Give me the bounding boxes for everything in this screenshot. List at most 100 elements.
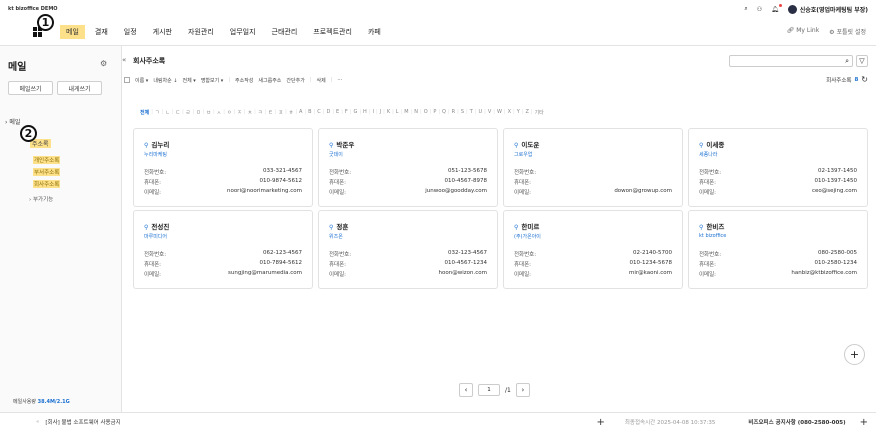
select-all-checkbox[interactable] (124, 77, 130, 83)
contact-email[interactable]: ceo@sejing.com (812, 188, 857, 196)
alpha-filter-item[interactable]: ㅎ (289, 109, 294, 116)
alpha-filter-item[interactable]: A (299, 109, 302, 116)
alpha-filter-item[interactable]: Q (442, 109, 446, 116)
compose-button[interactable]: 메일쓰기 (8, 81, 53, 95)
plus-icon[interactable]: + (596, 417, 604, 428)
alpha-filter-item[interactable]: H (363, 109, 367, 116)
add-address-button[interactable]: 주소작성 (235, 77, 253, 84)
alpha-filter-item[interactable]: ㅇ (227, 109, 232, 116)
filter-icon[interactable]: ▽ (856, 55, 868, 67)
more-button[interactable]: ··· (337, 77, 342, 83)
alpha-filter-item[interactable]: 전체 (140, 109, 149, 116)
alpha-filter-item[interactable]: ㄷ (175, 109, 180, 116)
sidebar-item-personal-address[interactable]: 개인주소록 (33, 156, 61, 164)
alpha-filter-item[interactable]: T (470, 109, 473, 116)
alpha-filter-item[interactable]: P (433, 109, 436, 116)
sidebar-item-company-address[interactable]: 회사주소록 (33, 180, 61, 188)
sidebar-item-extra[interactable]: › 부가기능 (29, 195, 53, 203)
alpha-filter-item[interactable]: K (387, 109, 390, 116)
nav-approval[interactable]: 결재 (95, 27, 108, 37)
alpha-filter-item[interactable]: ㄱ (155, 109, 160, 116)
portlet-settings[interactable]: ⚙ 포틀릿 설정 (829, 27, 866, 36)
alpha-filter-item[interactable]: Y (517, 109, 520, 116)
alpha-filter-item[interactable]: ㅈ (237, 109, 242, 116)
contact-card[interactable]: ⚲ 전성진 마루미디어 전화번호: 062-123-4567 휴대폰: 010-7894-5… (133, 210, 313, 289)
alpha-filter-item[interactable]: J (380, 109, 381, 116)
contact-name[interactable]: ⚲ 이세종 (699, 139, 724, 149)
prev-page-button[interactable]: ‹ (459, 383, 473, 397)
gear-icon[interactable]: ⚙ (100, 59, 107, 68)
nav-cafe[interactable]: 카페 (368, 27, 381, 37)
alpha-filter-item[interactable]: X (508, 109, 511, 116)
quick-add-button[interactable]: 간단추가 (286, 77, 304, 84)
contact-email[interactable]: sungjing@marumedia.com (228, 270, 302, 278)
alpha-filter-item[interactable]: E (336, 109, 339, 116)
contact-email[interactable]: hanbiz@ktbizoffice.com (791, 270, 857, 278)
alpha-filter-item[interactable]: ㄴ (165, 109, 170, 116)
contact-email[interactable]: junwoo@goodday.com (425, 188, 487, 196)
page-input[interactable]: 1 (478, 384, 500, 396)
sidebar-item-mail[interactable]: › 메일 (5, 117, 20, 126)
contact-name[interactable]: ⚲ 박준우 (329, 139, 354, 149)
contact-email[interactable]: hoon@wizon.com (439, 270, 487, 278)
scope-dropdown[interactable]: 전체 ▾ (183, 77, 196, 84)
contact-name[interactable]: ⚲ 한비즈 (699, 221, 724, 231)
add-fab-button[interactable]: + (844, 344, 865, 365)
contact-card[interactable]: ⚲ 한비즈 kt bizoffice 전화번호: 080-2580-005 휴대폰: 010… (688, 210, 868, 289)
people-icon[interactable]: ⚇ (757, 6, 762, 13)
delete-button[interactable]: 삭제 (317, 77, 326, 84)
refresh-icon[interactable]: ↻ (861, 75, 868, 84)
next-page-button[interactable]: › (515, 383, 530, 397)
contact-card[interactable]: ⚲ 한미르 (주)가온아이 전화번호: 02-2140-5700 휴대폰: 010-1234… (503, 210, 683, 289)
alpha-filter-item[interactable]: ㅌ (268, 109, 273, 116)
search-icon[interactable]: ⌕ (744, 5, 747, 13)
alpha-filter-item[interactable]: L (396, 109, 399, 116)
alpha-filter-item[interactable]: ㅋ (258, 109, 263, 116)
contact-name[interactable]: ⚲ 정훈 (329, 221, 348, 231)
contact-card[interactable]: ⚲ 이도운 그로우업 전화번호: 휴대폰: 이메일: dowon@growup.com (503, 128, 683, 207)
alpha-filter-item[interactable]: R (452, 109, 455, 116)
bell-icon[interactable]: 🔔︎ (771, 3, 782, 13)
alpha-filter-item[interactable]: O (424, 109, 428, 116)
alpha-filter-item[interactable]: U (478, 109, 482, 116)
alpha-filter-item[interactable]: G (353, 109, 357, 116)
alpha-filter-item[interactable]: S (461, 109, 464, 116)
contact-card[interactable]: ⚲ 박준우 굿데이 전화번호: 051-123-5678 휴대폰: 010-4567-897… (318, 128, 498, 207)
contact-email[interactable]: dowon@growup.com (614, 188, 672, 196)
contact-name[interactable]: ⚲ 한미르 (514, 221, 539, 231)
search-input[interactable]: ⌕ (729, 55, 853, 67)
nav-worklog[interactable]: 업무일지 (230, 27, 256, 37)
nav-attendance[interactable]: 근태관리 (272, 27, 298, 37)
contact-card[interactable]: ⚲ 이세종 세종나라 전화번호: 02-1397-1450 휴대폰: 010-1397-14… (688, 128, 868, 207)
contact-email[interactable]: mir@kaoni.com (629, 270, 672, 278)
my-link[interactable]: 🔗︎ My Link (787, 27, 819, 36)
contact-name[interactable]: ⚲ 이도운 (514, 139, 539, 149)
alpha-filter-item[interactable]: ㅂ (206, 109, 211, 116)
alpha-filter-item[interactable]: ㅊ (248, 109, 253, 116)
alpha-filter-item[interactable]: I (372, 109, 373, 116)
alpha-filter-item[interactable]: 기타 (535, 109, 544, 116)
nav-schedule[interactable]: 일정 (124, 27, 137, 37)
sidebar-item-dept-address[interactable]: 부서주소록 (33, 168, 61, 176)
new-group-button[interactable]: 새그룹주소 (258, 77, 281, 84)
kt-logo[interactable]: kt bizoffice DEMO (8, 6, 58, 12)
contact-name[interactable]: ⚲ 김누리 (144, 139, 169, 149)
sort-order-dropdown[interactable]: 내림차순 ↓ (153, 77, 177, 84)
alpha-filter-item[interactable]: M (404, 109, 408, 116)
alpha-filter-item[interactable]: ㅁ (196, 109, 201, 116)
nav-mail[interactable]: 메일 (60, 24, 85, 39)
contact-name[interactable]: ⚲ 전성진 (144, 221, 169, 231)
alpha-filter-item[interactable]: D (326, 109, 330, 116)
alpha-filter-item[interactable]: C (317, 109, 321, 116)
contact-email[interactable]: noori@noorimarketing.com (227, 188, 302, 196)
alpha-filter-item[interactable]: W (497, 109, 502, 116)
alpha-filter-item[interactable]: ㅅ (217, 109, 222, 116)
user-menu[interactable]: 신승호(영업마케팅팀 부장) (787, 4, 868, 14)
alpha-filter-item[interactable]: V (488, 109, 491, 116)
alpha-filter-item[interactable]: ㄹ (186, 109, 191, 116)
alpha-filter-item[interactable]: ㅍ (278, 109, 283, 116)
collapse-icon[interactable]: « (122, 56, 126, 64)
contact-card[interactable]: ⚲ 정훈 위즈온 전화번호: 032-123-4567 휴대폰: 010-4567-1234… (318, 210, 498, 289)
search-icon[interactable]: ⌕ (845, 57, 849, 66)
nav-resources[interactable]: 자원관리 (188, 27, 214, 37)
